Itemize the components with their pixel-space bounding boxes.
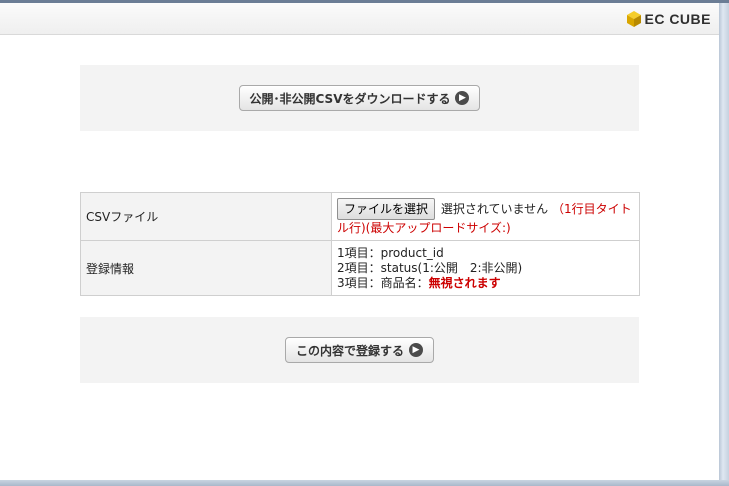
csv-file-cell: ファイルを選択 選択されていません （1行目タイト ル行)(最大アップロードサイ…	[331, 192, 640, 241]
file-status-text: 選択されていません	[440, 202, 549, 216]
download-csv-button[interactable]: 公開･非公開CSVをダウンロードする ▶	[238, 85, 481, 111]
ec-cube-logo: EC CUBE	[627, 10, 711, 28]
info-line-3-prefix: 3項目：商品名：	[337, 275, 429, 290]
choose-file-button[interactable]: ファイルを選択	[337, 198, 436, 220]
window-frame-right	[719, 3, 729, 486]
csv-file-label: CSVファイル	[80, 192, 332, 241]
circle-arrow-right-icon: ▶	[409, 343, 423, 357]
csv-note-line2: ル行)(最大アップロードサイズ:)	[337, 221, 511, 235]
info-line-1: 1項目：product_id	[337, 245, 444, 260]
submit-panel: この内容で登録する ▶	[80, 317, 639, 383]
circle-arrow-right-icon: ▶	[455, 91, 470, 105]
csv-upload-form: CSVファイル ファイルを選択 選択されていません （1行目タイト ル行)(最大…	[80, 192, 640, 296]
window-frame-bottom	[0, 480, 729, 486]
logo-text: EC CUBE	[644, 11, 711, 27]
registration-info-label: 登録情報	[80, 240, 332, 296]
info-line-3: 3項目：商品名：無視されます	[337, 276, 634, 291]
csv-note-line1: （1行目タイト	[551, 202, 632, 216]
register-button-label: この内容で登録する	[295, 343, 404, 358]
header-bar: EC CUBE	[0, 3, 719, 35]
registration-info-cell: 1項目：product_id 2項目：status(1:公開 2:非公開) 3項…	[331, 240, 640, 296]
cube-logo-icon	[627, 11, 642, 27]
form-row-csv-file: CSVファイル ファイルを選択 選択されていません （1行目タイト ル行)(最大…	[80, 192, 640, 241]
download-panel: 公開･非公開CSVをダウンロードする ▶	[80, 65, 639, 131]
download-csv-button-label: 公開･非公開CSVをダウンロードする	[249, 91, 451, 106]
ignored-warning: 無視されます	[428, 275, 501, 290]
info-line-2: 2項目：status(1:公開 2:非公開)	[337, 260, 523, 275]
register-button[interactable]: この内容で登録する ▶	[284, 337, 434, 363]
form-row-registration-info: 登録情報 1項目：product_id 2項目：status(1:公開 2:非公…	[80, 240, 640, 296]
